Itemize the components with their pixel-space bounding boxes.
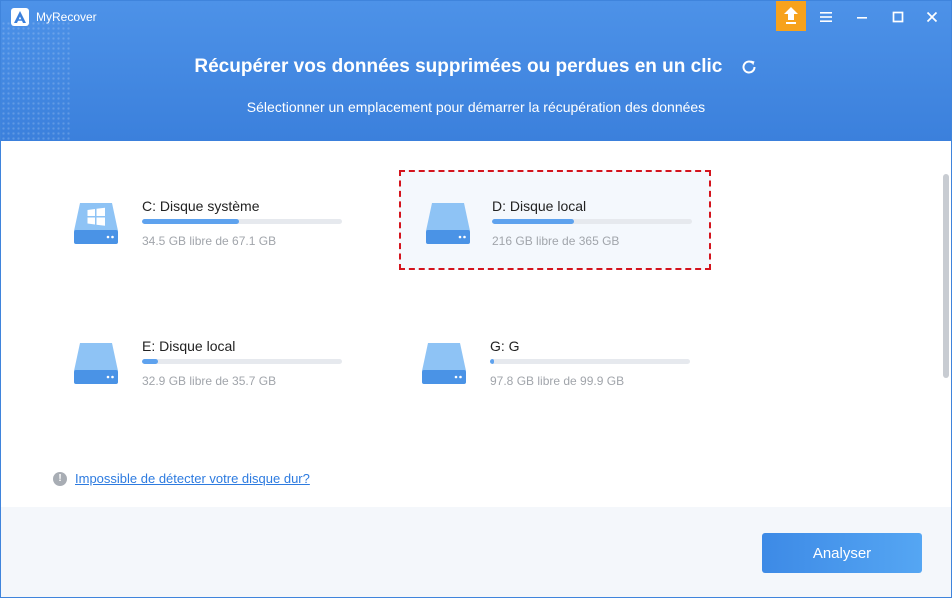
drive-free-space: 32.9 GB libre de 35.7 GB [142,374,277,388]
footer-bar: Analyser [1,507,951,597]
drive-name: E: Disque local [142,338,236,354]
minimize-button[interactable] [850,5,874,29]
maximize-icon [892,11,904,23]
drive-usage-fill [490,359,495,364]
page-title-row: Récupérer vos données supprimées ou perd… [1,56,951,78]
app-title: MyRecover [36,10,97,24]
drive-usage-bar [492,219,692,224]
drive-free-space: 97.8 GB libre de 99.9 GB [490,374,625,388]
drive-usage-fill [142,219,240,224]
close-button[interactable] [920,5,944,29]
drive-free-space: 34.5 GB libre de 67.1 GB [142,234,277,248]
info-icon: ! [53,472,67,486]
drive-usage-bar [142,219,342,224]
drive-usage-fill [492,219,574,224]
upgrade-button[interactable] [776,1,806,31]
maximize-button[interactable] [886,5,910,29]
analyze-button[interactable]: Analyser [762,533,922,573]
header-banner: MyRecover Récupérer vos données supprimé… [1,1,951,141]
hard-drive-icon [422,343,466,384]
refresh-icon[interactable] [740,58,758,76]
upgrade-arrow-icon [784,7,798,24]
drive-card-c[interactable]: C: Disque système 34.5 GB libre de 67.1 … [51,171,363,271]
hard-drive-icon [426,203,470,244]
drive-usage-bar [142,359,342,364]
drive-usage-fill [142,359,158,364]
drive-card-e[interactable]: E: Disque local 32.9 GB libre de 35.7 GB [51,311,363,411]
decorative-dot-pattern [1,21,71,141]
menu-button[interactable] [814,5,838,29]
minimize-icon [857,17,867,19]
page-title: Récupérer vos données supprimées ou perd… [194,56,723,77]
disk-not-detected-link[interactable]: Impossible de détecter votre disque dur? [75,471,310,486]
drive-usage-bar [490,359,690,364]
hamburger-menu-icon [820,12,832,22]
close-icon [926,11,938,23]
drive-name: C: Disque système [142,198,260,214]
title-bar: MyRecover [1,1,951,33]
drive-card-g[interactable]: G: G 97.8 GB libre de 99.9 GB [399,311,711,411]
hard-drive-icon [74,343,118,384]
app-logo-icon [11,8,29,26]
drive-list: C: Disque système 34.5 GB libre de 67.1 … [1,141,951,507]
page-subtitle: Sélectionner un emplacement pour démarre… [246,99,706,115]
drive-free-space: 216 GB libre de 365 GB [492,234,620,248]
windows-system-drive-icon [74,203,118,244]
scrollbar-thumb[interactable] [943,174,949,378]
drive-name: G: G [490,338,520,354]
drive-name: D: Disque local [492,198,587,214]
app-window: MyRecover Récupérer vos données supprimé… [0,0,952,598]
drive-card-d[interactable]: D: Disque local 216 GB libre de 365 GB [399,170,711,270]
